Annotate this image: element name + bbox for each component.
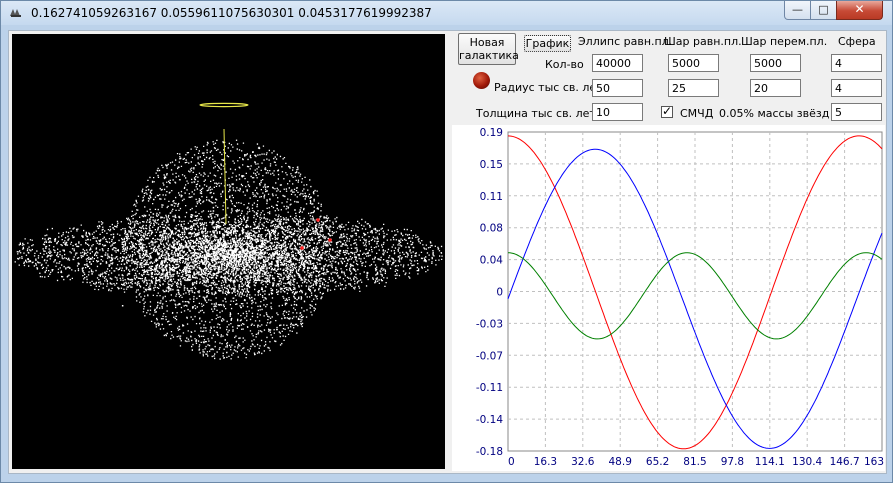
x-tick-label: 32.6 (571, 456, 595, 468)
y-tick-label: 0.08 (480, 223, 503, 235)
rotation-axis-line (223, 128, 227, 225)
galaxy-3d-view[interactable] (12, 34, 445, 469)
mass-input[interactable]: 5 (831, 103, 882, 121)
maximize-icon: □ (818, 3, 829, 16)
ellipse-count-input[interactable]: 40000 (592, 54, 643, 72)
x-tick-label: 163 (864, 456, 884, 468)
galaxy-app-icon (10, 9, 21, 17)
y-tick-label: 0.04 (480, 255, 504, 267)
header-sphere: Сфера (838, 35, 876, 48)
thickness-label: Толщина тыс св. лет (476, 107, 596, 120)
smchd-checkbox[interactable]: ✓ (661, 104, 673, 118)
mass-label: 0.05% массы звёзд (719, 107, 830, 120)
control-panel: Новая галактика График Эллипс равн.пл. Ш… (452, 31, 884, 123)
chart-svg: 0.19 0.15 0.11 0.08 0.04 0 -0.03 -0.07 -0.11 -0.1… (476, 127, 884, 468)
window-bottom-border (1, 474, 892, 482)
red-star-marker (328, 238, 332, 242)
maximize-button[interactable]: □ (810, 1, 837, 20)
ball-variable-count-input[interactable]: 5000 (750, 54, 801, 72)
count-label: Кол-во (545, 58, 584, 71)
x-tick-label: 130.4 (792, 456, 822, 468)
radius-label: Радиус тыс св. лет (494, 81, 603, 94)
x-tick-label: 16.3 (534, 456, 557, 468)
y-tick-label: 0.19 (480, 127, 503, 139)
minimize-icon: — (792, 3, 803, 16)
close-icon: ✕ (854, 2, 865, 16)
y-tick-label: 0.11 (480, 191, 503, 203)
sphere-count-input[interactable]: 4 (831, 54, 882, 72)
thickness-input[interactable]: 10 (592, 103, 643, 121)
graph-button[interactable]: График (524, 35, 571, 52)
client-area: Новая галактика График Эллипс равн.пл. Ш… (8, 30, 887, 474)
y-tick-label: -0.11 (476, 382, 503, 394)
close-button[interactable]: ✕ (836, 1, 883, 20)
window-title: 0.162741059263167 0.0559611075630301 0.0… (31, 6, 432, 20)
sphere-radius-input[interactable]: 4 (831, 79, 882, 97)
star-points (14, 139, 443, 360)
red-star-marker (300, 246, 304, 250)
red-star-marker (316, 218, 320, 222)
ball-uniform-radius-input[interactable]: 25 (668, 79, 719, 97)
x-tick-label: 97.8 (721, 456, 744, 468)
x-tick-label: 81.5 (683, 456, 706, 468)
x-tick-label: 48.9 (609, 456, 632, 468)
y-tick-label: 0 (496, 287, 503, 299)
new-galaxy-label-2: галактика (459, 49, 519, 62)
ball-uniform-count-input[interactable]: 5000 (668, 54, 719, 72)
y-tick-label: -0.07 (476, 350, 503, 362)
galaxy-render (14, 102, 443, 360)
y-tick-label: -0.03 (476, 318, 503, 330)
red-sphere-icon (473, 72, 490, 89)
main-window: 0.162741059263167 0.0559611075630301 0.0… (0, 0, 893, 483)
check-mark-icon: ✓ (662, 104, 673, 118)
minimize-button[interactable]: — (784, 1, 811, 20)
y-tick-label: -0.18 (476, 446, 503, 458)
header-ball-variable: Шар перем.пл. (741, 35, 828, 48)
x-tick-label: 146.7 (830, 456, 860, 468)
ball-variable-radius-input[interactable]: 20 (750, 79, 801, 97)
y-tick-label: 0.15 (480, 159, 503, 171)
header-ball-uniform: Шар равн.пл. (664, 35, 742, 48)
x-tick-label: 114.1 (755, 456, 785, 468)
y-tick-label: -0.14 (476, 414, 503, 426)
smchd-label: СМЧД (680, 107, 714, 120)
x-tick-label: 0 (508, 456, 515, 468)
new-galaxy-button[interactable]: Новая галактика (458, 33, 519, 65)
oscillation-chart: 0.19 0.15 0.11 0.08 0.04 0 -0.03 -0.07 -0.11 -0.1… (452, 125, 885, 471)
ellipse-radius-input[interactable]: 50 (592, 79, 643, 97)
new-galaxy-label-1: Новая (469, 36, 505, 49)
orbit-ring (199, 102, 249, 108)
title-bar[interactable]: 0.162741059263167 0.0559611075630301 0.0… (1, 1, 892, 25)
header-ellipse: Эллипс равн.пл. (578, 35, 673, 48)
x-tick-label: 65.2 (646, 456, 669, 468)
